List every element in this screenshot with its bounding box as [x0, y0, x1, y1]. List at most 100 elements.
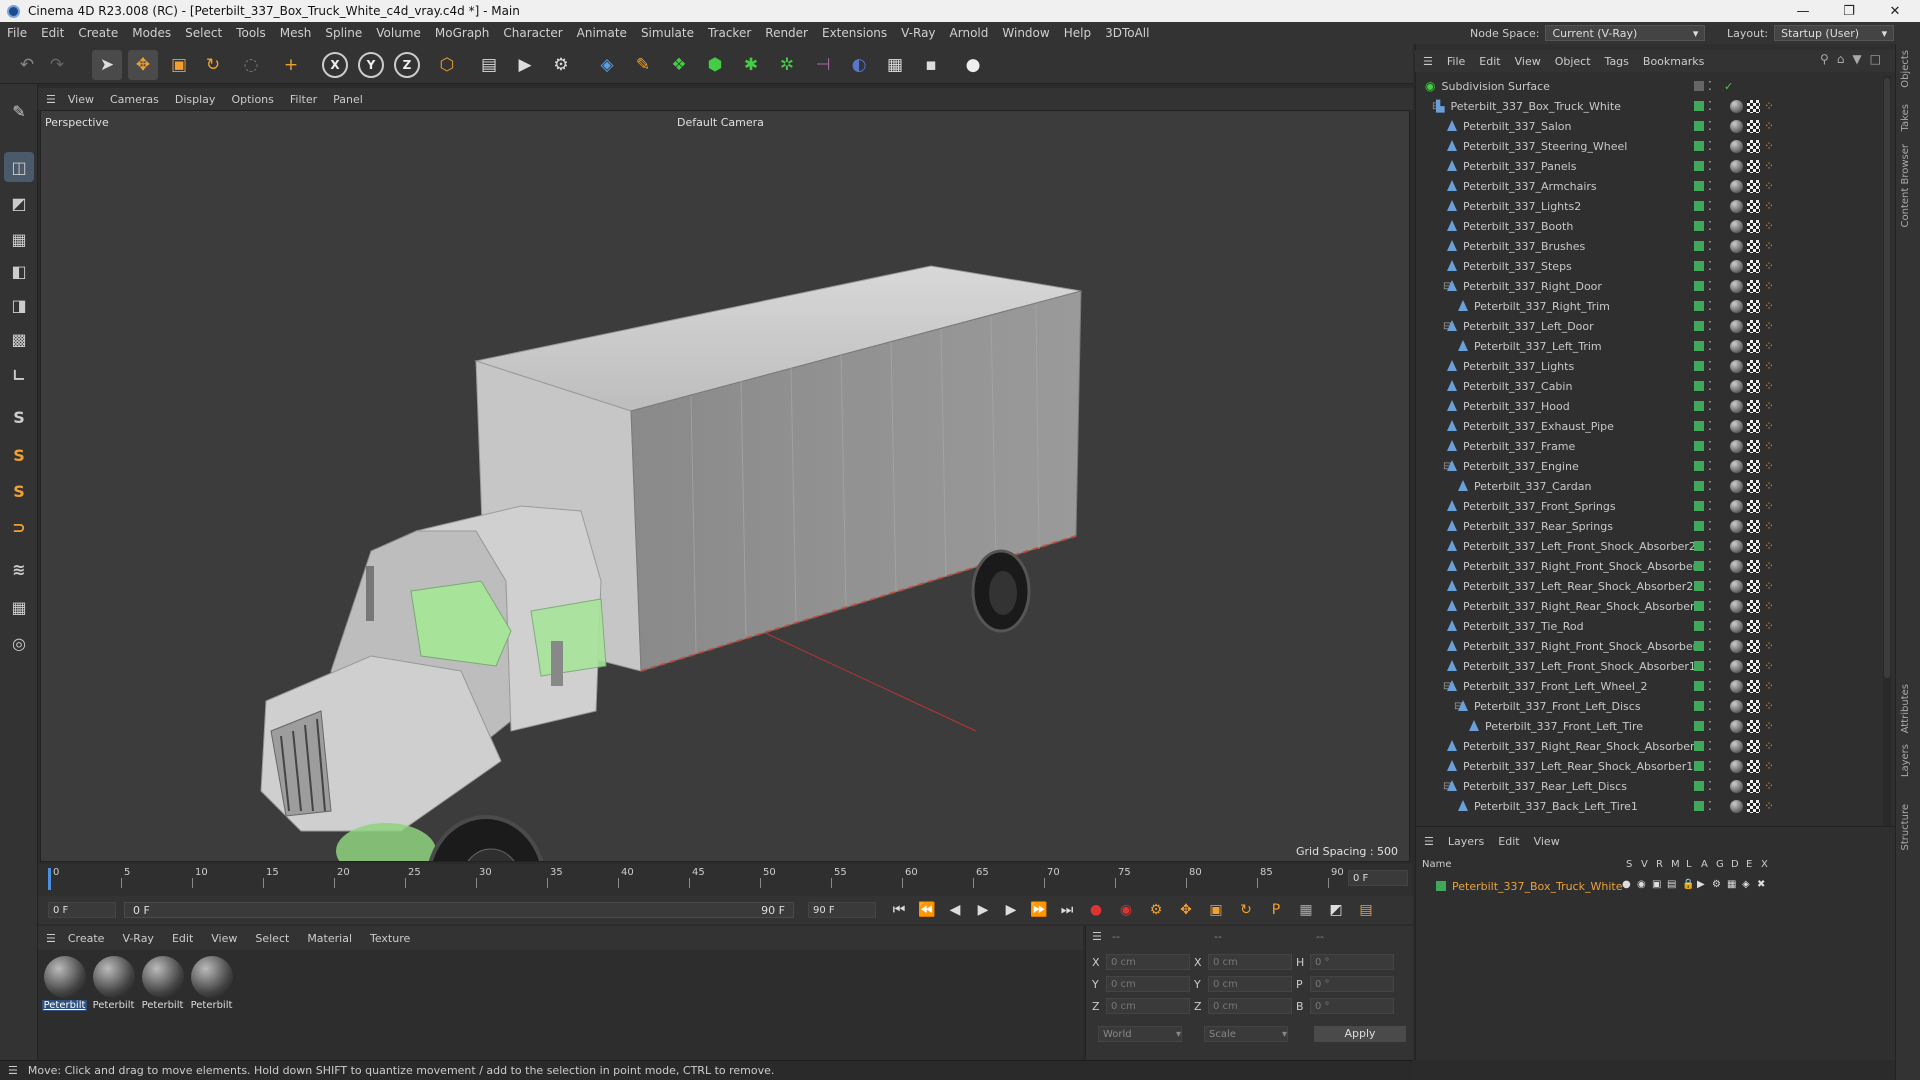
menu-help[interactable]: Help [1057, 26, 1098, 40]
object-name[interactable]: Peterbilt_337_Left_Rear_Shock_Absorber2 [1463, 580, 1693, 593]
menu-modes[interactable]: Modes [125, 26, 178, 40]
texture-tag-icon[interactable] [1747, 179, 1760, 193]
world-dropdown[interactable]: World ▾ [1098, 1026, 1182, 1042]
layer-flag-icon[interactable]: 🔒 [1682, 879, 1694, 890]
layer-flag-icon[interactable]: ▣ [1652, 879, 1661, 890]
object-row[interactable]: Peterbilt_337_Left_Trim ⁚ ⁘ [1415, 336, 1880, 356]
live-selection-icon[interactable]: ➤ [92, 50, 122, 80]
material-tag-icon[interactable] [1730, 479, 1743, 493]
object-row[interactable]: Peterbilt_337_Rear_Springs ⁚ ⁘ [1415, 516, 1880, 536]
material-tag-icon[interactable] [1730, 239, 1743, 253]
material-tag-icon[interactable] [1730, 499, 1743, 513]
layer-flag-icon[interactable]: ◉ [1637, 879, 1646, 890]
coord-value-field[interactable]: 0 cm [1106, 976, 1190, 992]
texture-tag-icon[interactable] [1747, 799, 1760, 813]
menu-select[interactable]: Select [178, 26, 229, 40]
menu-extensions[interactable]: Extensions [815, 26, 894, 40]
texture-tag-icon[interactable] [1747, 639, 1760, 653]
snap-icon[interactable]: S [4, 402, 34, 432]
material-tag-icon[interactable] [1730, 639, 1743, 653]
texture-tag-icon[interactable] [1747, 419, 1760, 433]
material-tag-icon[interactable] [1730, 99, 1743, 113]
object-row[interactable]: Peterbilt_337_Hood ⁚ ⁘ [1415, 396, 1880, 416]
object-name[interactable]: Peterbilt_337_Cardan [1474, 480, 1591, 493]
texture-tag-icon[interactable] [1747, 439, 1760, 453]
texture-tag-icon[interactable] [1747, 159, 1760, 173]
uv-mode-icon[interactable]: ▩ [4, 324, 34, 354]
texture-tag-icon[interactable] [1747, 699, 1760, 713]
object-row[interactable]: Peterbilt_337_Left_Rear_Shock_Absorber1 ⁚… [1415, 756, 1880, 776]
filter-icon[interactable]: ▼ [1852, 52, 1861, 66]
texture-tag-icon[interactable] [1747, 779, 1760, 793]
layer-tag-icon[interactable] [1694, 741, 1704, 751]
object-name[interactable]: Peterbilt_337_Right_Rear_Shock_Absorber2 [1463, 600, 1702, 613]
object-name[interactable]: Peterbilt_337_Steering_Wheel [1463, 140, 1627, 153]
coord-value-field[interactable]: 0 ° [1310, 976, 1394, 992]
material-swatch[interactable]: Peterbilt [42, 954, 87, 1014]
object-name[interactable]: Peterbilt_337_Armchairs [1463, 180, 1597, 193]
go-to-start-icon[interactable]: ⏮ [888, 902, 910, 918]
texture-tag-icon[interactable] [1747, 239, 1760, 253]
material-menu-view[interactable]: View [211, 932, 237, 945]
material-swatch[interactable]: Peterbilt [140, 954, 185, 1014]
object-name[interactable]: Peterbilt_337_Left_Door [1463, 320, 1594, 333]
layer-tag-icon[interactable] [1694, 661, 1704, 671]
object-row[interactable]: ⊟ ▙ Peterbilt_337_Box_Truck_White ⁚ ⁘ [1415, 96, 1880, 116]
material-tag-icon[interactable] [1730, 779, 1743, 793]
layer-tag-icon[interactable] [1694, 501, 1704, 511]
menu-3dtoall[interactable]: 3DToAll [1098, 26, 1156, 40]
key-pla-icon[interactable]: ▦ [1294, 902, 1318, 918]
motion-system-icon[interactable]: ◩ [1324, 902, 1348, 918]
visibility-dots-icon[interactable]: ⁚ [1708, 219, 1720, 233]
timeline-window-icon[interactable]: ▤ [1354, 902, 1378, 918]
material-tag-icon[interactable] [1730, 759, 1743, 773]
polygon-mode-icon[interactable]: ◨ [4, 290, 34, 320]
texture-tag-icon[interactable] [1747, 619, 1760, 633]
create-null-icon[interactable]: + [276, 50, 306, 80]
hamburger-icon[interactable]: ☰ [46, 932, 56, 945]
menu-tools[interactable]: Tools [229, 26, 273, 40]
material-tag-icon[interactable] [1730, 259, 1743, 273]
layer-tag-icon[interactable] [1694, 541, 1704, 551]
menu-spline[interactable]: Spline [318, 26, 369, 40]
visibility-dots-icon[interactable]: ⁚ [1708, 799, 1720, 813]
object-name[interactable]: Peterbilt_337_Rear_Left_Discs [1463, 780, 1627, 793]
hamburger-icon[interactable]: ☰ [46, 93, 56, 106]
object-row[interactable]: Peterbilt_337_Lights2 ⁚ ⁘ [1415, 196, 1880, 216]
field-icon[interactable]: ◐ [844, 50, 874, 80]
phong-tag-icon[interactable]: ⁘ [1764, 799, 1774, 813]
object-row[interactable]: Peterbilt_337_Frame ⁚ ⁘ [1415, 436, 1880, 456]
new-window-icon[interactable]: □ [1870, 52, 1881, 66]
object-row[interactable]: ⊟ Peterbilt_337_Front_Left_Discs ⁚ ⁘ [1415, 696, 1880, 716]
menu-file[interactable]: File [0, 26, 34, 40]
object-row[interactable]: Peterbilt_337_Right_Rear_Shock_Absorber2… [1415, 596, 1880, 616]
object-menu-object[interactable]: Object [1555, 55, 1591, 68]
visibility-dots-icon[interactable]: ⁚ [1708, 779, 1720, 793]
material-tag-icon[interactable] [1730, 559, 1743, 573]
menu-edit[interactable]: Edit [34, 26, 71, 40]
object-row[interactable]: Peterbilt_337_Back_Left_Tire1 ⁚ ⁘ [1415, 796, 1880, 816]
object-menu-edit[interactable]: Edit [1479, 55, 1500, 68]
material-tag-icon[interactable] [1730, 279, 1743, 293]
viewport-menu-panel[interactable]: Panel [333, 93, 363, 106]
object-name[interactable]: Peterbilt_337_Left_Trim [1474, 340, 1602, 353]
layer-tag-icon[interactable] [1694, 321, 1704, 331]
phong-tag-icon[interactable]: ⁘ [1764, 779, 1774, 793]
object-name[interactable]: Peterbilt_337_Left_Front_Shock_Absorber2 [1463, 540, 1696, 553]
object-row[interactable]: Peterbilt_337_Salon ⁚ ⁘ [1415, 116, 1880, 136]
layer-tag-icon[interactable] [1694, 461, 1704, 471]
object-name[interactable]: Peterbilt_337_Hood [1463, 400, 1570, 413]
object-menu-file[interactable]: File [1447, 55, 1465, 68]
material-menu-material[interactable]: Material [307, 932, 352, 945]
layer-tag-icon[interactable] [1694, 161, 1704, 171]
texture-tag-icon[interactable] [1747, 739, 1760, 753]
visibility-dots-icon[interactable]: ⁚ [1708, 119, 1720, 133]
object-name[interactable]: Peterbilt_337_Front_Left_Tire [1485, 720, 1643, 733]
render-view-icon[interactable]: ▶ [510, 50, 540, 80]
undo-icon[interactable]: ↶ [12, 50, 42, 80]
layer-tag-icon[interactable] [1694, 221, 1704, 231]
next-key-icon[interactable]: ⏩ [1028, 902, 1050, 918]
texture-tag-icon[interactable] [1747, 519, 1760, 533]
object-name[interactable]: Peterbilt_337_Box_Truck_White [1450, 100, 1620, 113]
visibility-dots-icon[interactable]: ⁚ [1708, 359, 1720, 373]
